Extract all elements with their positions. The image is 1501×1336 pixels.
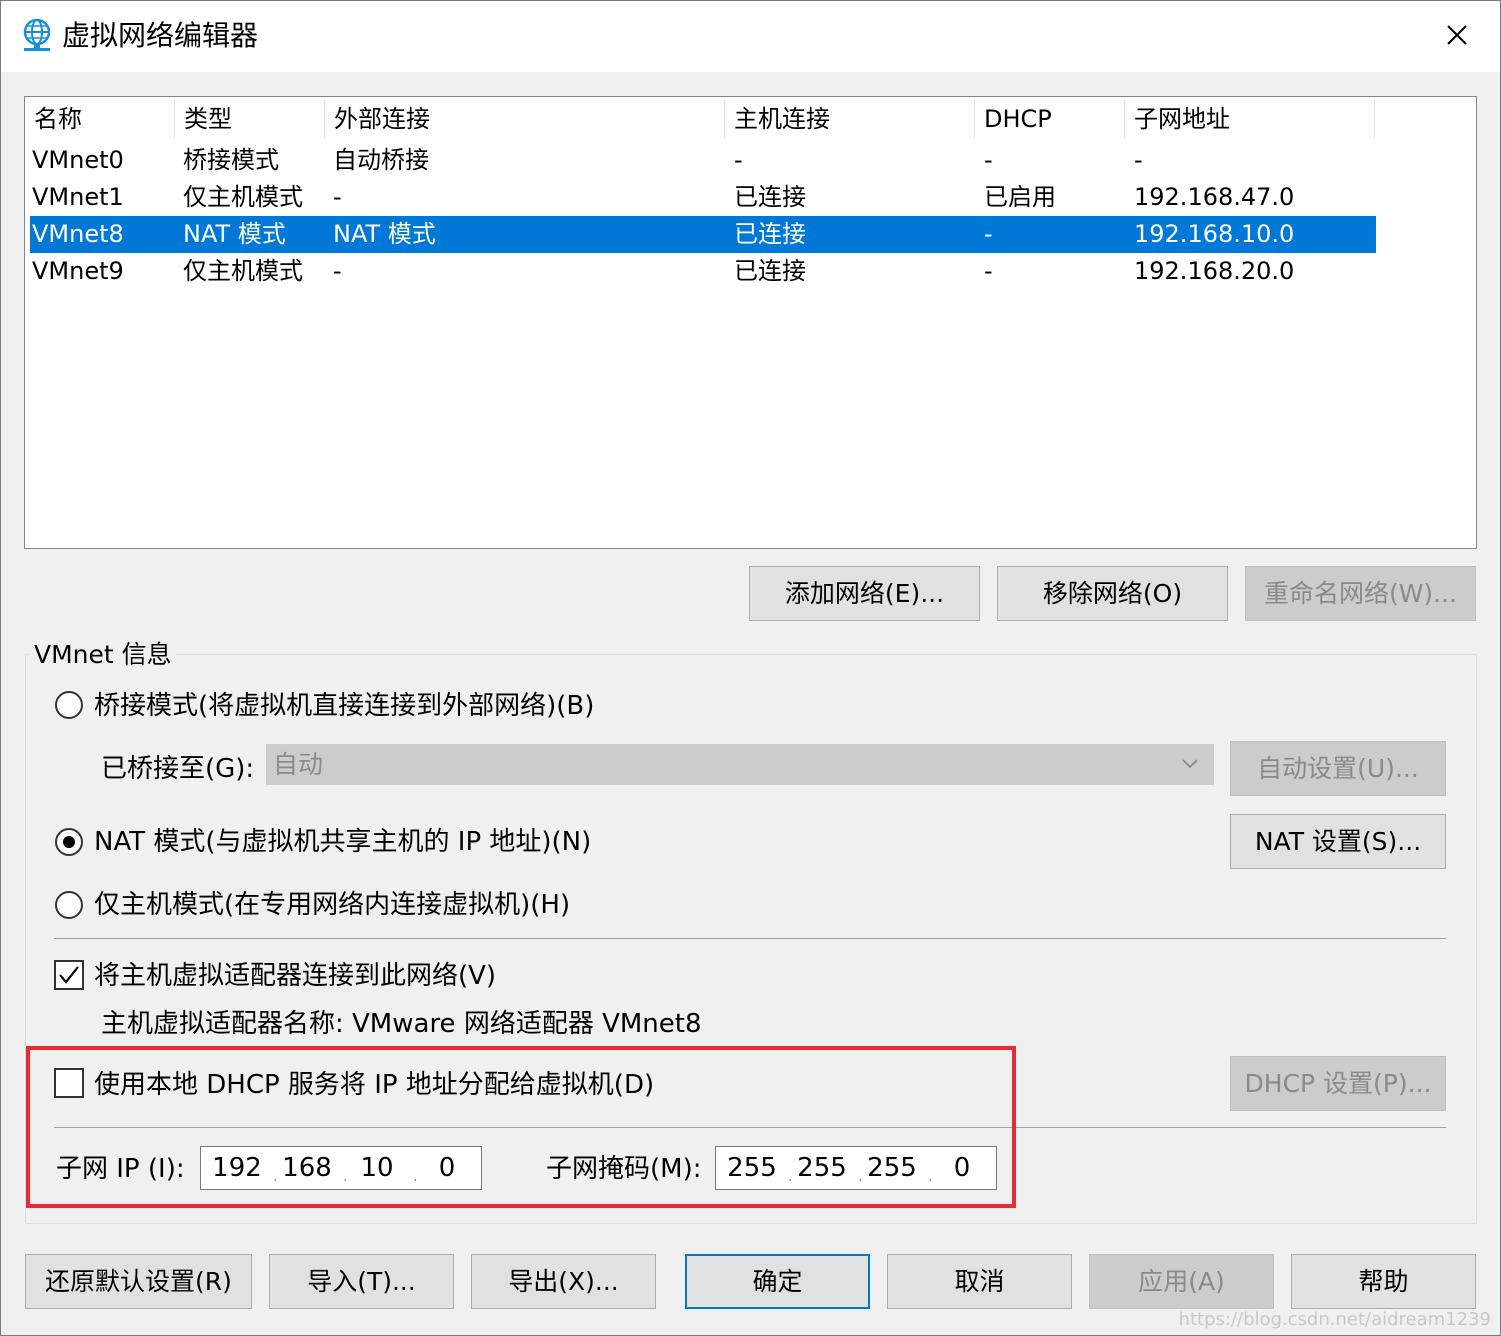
- globe-network-icon: [20, 17, 54, 53]
- auto-settings-button[interactable]: 自动设置(U)...: [1230, 741, 1446, 796]
- cell-name: VMnet9: [32, 257, 124, 285]
- nat-mode-radio[interactable]: [55, 828, 83, 856]
- watermark: https://blog.csdn.net/aidream1239: [1178, 1309, 1491, 1330]
- cell-host: 已连接: [734, 183, 806, 211]
- ip-octet[interactable]: 0: [417, 1147, 477, 1189]
- ip-octet[interactable]: 192: [207, 1147, 267, 1189]
- subnet-mask-input[interactable]: 255 . 255 . 255 . 0: [715, 1146, 997, 1190]
- table-row[interactable]: VMnet0 桥接模式 自动桥接 - - -: [30, 142, 1376, 179]
- cell-external: -: [333, 183, 342, 211]
- adapter-name-label: 主机虚拟适配器名称: VMware 网络适配器 VMnet8: [101, 1009, 702, 1039]
- subnet-ip-label: 子网 IP (I):: [56, 1154, 185, 1184]
- restore-defaults-button[interactable]: 还原默认设置(R): [25, 1254, 252, 1309]
- cell-external: 自动桥接: [333, 146, 429, 174]
- cell-subnet: 192.168.20.0: [1134, 257, 1295, 285]
- table-row[interactable]: VMnet1 仅主机模式 - 已连接 已启用 192.168.47.0: [30, 179, 1376, 216]
- chevron-down-icon: [1182, 759, 1198, 769]
- cell-host: 已连接: [734, 220, 806, 248]
- cell-dhcp: -: [984, 257, 993, 285]
- dhcp-label: 使用本地 DHCP 服务将 IP 地址分配给虚拟机(D): [94, 1070, 655, 1100]
- cell-type: 桥接模式: [183, 146, 279, 174]
- remove-network-button[interactable]: 移除网络(O): [997, 566, 1228, 621]
- network-list[interactable]: 名称 类型 外部连接 主机连接 DHCP 子网地址 VMnet0 桥接模式 自动…: [24, 96, 1477, 549]
- cell-name: VMnet8: [32, 220, 124, 248]
- cell-dhcp: -: [984, 146, 993, 174]
- dhcp-checkbox[interactable]: [54, 1068, 84, 1098]
- column-header-subnet[interactable]: 子网地址: [1125, 99, 1375, 139]
- cell-host: -: [734, 146, 743, 174]
- ip-octet[interactable]: 10: [347, 1147, 407, 1189]
- nat-mode-label: NAT 模式(与虚拟机共享主机的 IP 地址)(N): [94, 827, 592, 857]
- column-header-external[interactable]: 外部连接: [325, 99, 725, 139]
- export-button[interactable]: 导出(X)...: [471, 1254, 656, 1309]
- subnet-mask-label: 子网掩码(M):: [546, 1154, 702, 1184]
- column-header-type[interactable]: 类型: [175, 99, 325, 139]
- cell-subnet: -: [1134, 146, 1143, 174]
- cell-subnet: 192.168.10.0: [1134, 220, 1295, 248]
- import-button[interactable]: 导入(T)...: [269, 1254, 454, 1309]
- divider: [54, 1127, 1446, 1128]
- bridged-to-select[interactable]: 自动: [266, 744, 1214, 785]
- cell-host: 已连接: [734, 257, 806, 285]
- ok-button[interactable]: 确定: [685, 1254, 870, 1309]
- connect-adapter-label: 将主机虚拟适配器连接到此网络(V): [94, 961, 497, 991]
- cell-name: VMnet1: [32, 183, 124, 211]
- checkmark-icon: [59, 966, 79, 984]
- cell-external: -: [333, 257, 342, 285]
- nat-settings-button[interactable]: NAT 设置(S)...: [1230, 814, 1446, 869]
- column-header-host[interactable]: 主机连接: [725, 99, 975, 139]
- mask-octet[interactable]: 255: [792, 1147, 852, 1189]
- cancel-button[interactable]: 取消: [887, 1254, 1072, 1309]
- hostonly-mode-label: 仅主机模式(在专用网络内连接虚拟机)(H): [94, 890, 571, 920]
- close-button[interactable]: [1428, 10, 1486, 60]
- ip-octet[interactable]: 168: [277, 1147, 337, 1189]
- mask-octet[interactable]: 255: [862, 1147, 922, 1189]
- table-row-selected[interactable]: VMnet8 NAT 模式 NAT 模式 已连接 - 192.168.10.0: [30, 216, 1376, 253]
- table-row[interactable]: VMnet9 仅主机模式 - 已连接 - 192.168.20.0: [30, 253, 1376, 290]
- column-header-dhcp[interactable]: DHCP: [975, 99, 1125, 139]
- cell-dhcp: -: [984, 220, 993, 248]
- bridged-to-value: 自动: [273, 750, 324, 779]
- cell-name: VMnet0: [32, 146, 124, 174]
- divider: [54, 938, 1446, 939]
- window-title: 虚拟网络编辑器: [62, 19, 259, 52]
- close-icon: [1447, 25, 1467, 45]
- cell-external: NAT 模式: [333, 220, 436, 248]
- add-network-button[interactable]: 添加网络(E)...: [749, 566, 980, 621]
- cell-type: NAT 模式: [183, 220, 286, 248]
- cell-subnet: 192.168.47.0: [1134, 183, 1295, 211]
- cell-dhcp: 已启用: [984, 183, 1056, 211]
- help-button[interactable]: 帮助: [1291, 1254, 1476, 1309]
- bridged-mode-label: 桥接模式(将虚拟机直接连接到外部网络)(B): [94, 691, 595, 721]
- apply-button[interactable]: 应用(A): [1089, 1254, 1274, 1309]
- cell-type: 仅主机模式: [183, 183, 303, 211]
- vmnet-info-group: [25, 654, 1477, 1224]
- rename-network-button[interactable]: 重命名网络(W)...: [1245, 566, 1476, 621]
- mask-octet[interactable]: 255: [722, 1147, 782, 1189]
- vmnet-info-title: VMnet 信息: [30, 637, 176, 673]
- bridged-mode-radio[interactable]: [55, 691, 83, 719]
- cell-type: 仅主机模式: [183, 257, 303, 285]
- dhcp-settings-button[interactable]: DHCP 设置(P)...: [1230, 1056, 1446, 1111]
- column-header-name[interactable]: 名称: [25, 99, 175, 139]
- connect-adapter-checkbox[interactable]: [54, 960, 84, 990]
- mask-octet[interactable]: 0: [932, 1147, 992, 1189]
- bridged-to-label: 已桥接至(G):: [101, 754, 255, 784]
- subnet-ip-input[interactable]: 192 . 168 . 10 . 0: [200, 1146, 482, 1190]
- hostonly-mode-radio[interactable]: [55, 891, 83, 919]
